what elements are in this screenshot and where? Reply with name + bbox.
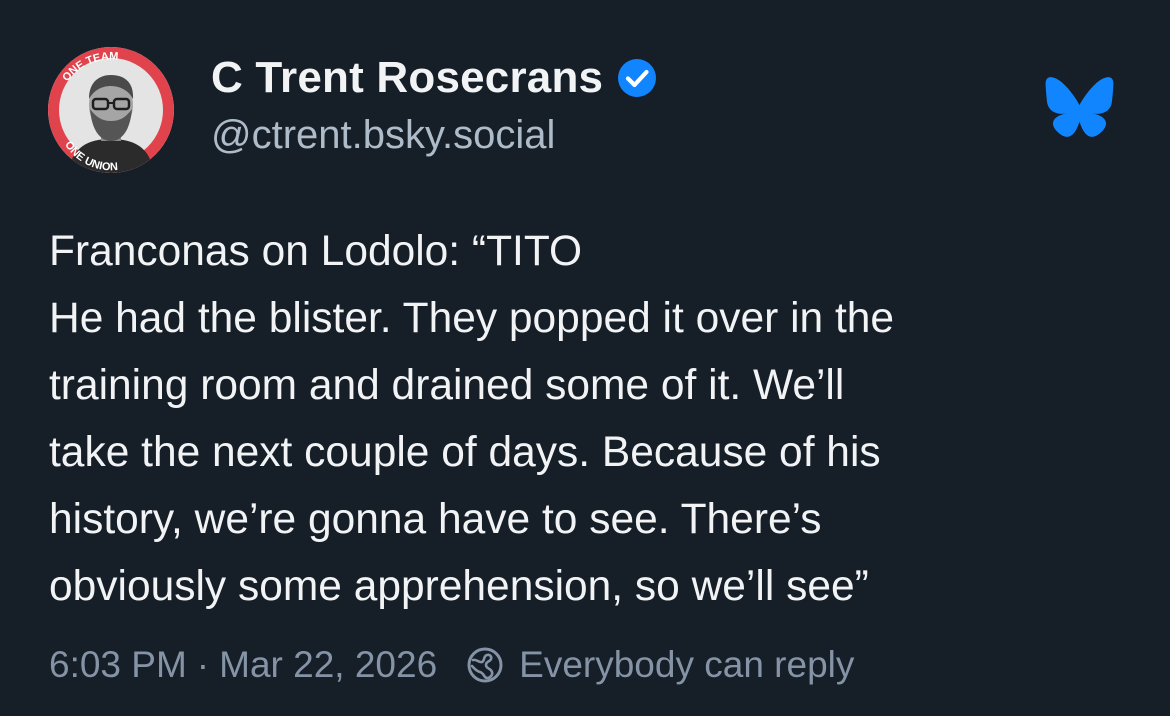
bluesky-butterfly-icon[interactable]: [1044, 76, 1115, 138]
verified-check-icon[interactable]: [617, 58, 657, 98]
reply-setting-label: Everybody can reply: [519, 644, 855, 685]
post-text-line: history, we’re gonna have to see. There’…: [49, 496, 822, 543]
author-header: C Trent Rosecrans: [211, 50, 657, 106]
post-card: ONE TEAM ONE UNION C Trent Rosecrans @ct…: [0, 0, 1170, 716]
post-text-line: obviously some apprehension, so we’ll se…: [49, 563, 869, 610]
post-meta: 6:03 PM · Mar 22, 2026 Everybody can rep…: [49, 640, 854, 690]
reply-setting[interactable]: Everybody can reply: [465, 644, 854, 686]
globe-icon: [465, 645, 505, 685]
avatar[interactable]: ONE TEAM ONE UNION: [48, 47, 174, 173]
post-text-line: He had the blister. They popped it over …: [49, 295, 895, 342]
post-text: Franconas on Lodolo: “TITO He had the bl…: [49, 218, 1139, 620]
post-date[interactable]: Mar 22, 2026: [219, 644, 437, 686]
meta-separator: ·: [196, 644, 210, 685]
post-time[interactable]: 6:03 PM: [49, 644, 187, 686]
avatar-image: ONE TEAM ONE UNION: [48, 47, 174, 173]
post-text-line: training room and drained some of it. We…: [49, 362, 845, 409]
post-text-line: Franconas on Lodolo: “TITO: [49, 228, 583, 275]
display-name[interactable]: C Trent Rosecrans: [211, 53, 603, 103]
post-text-line: take the next couple of days. Because of…: [49, 429, 881, 476]
author-handle[interactable]: @ctrent.bsky.social: [211, 113, 555, 158]
